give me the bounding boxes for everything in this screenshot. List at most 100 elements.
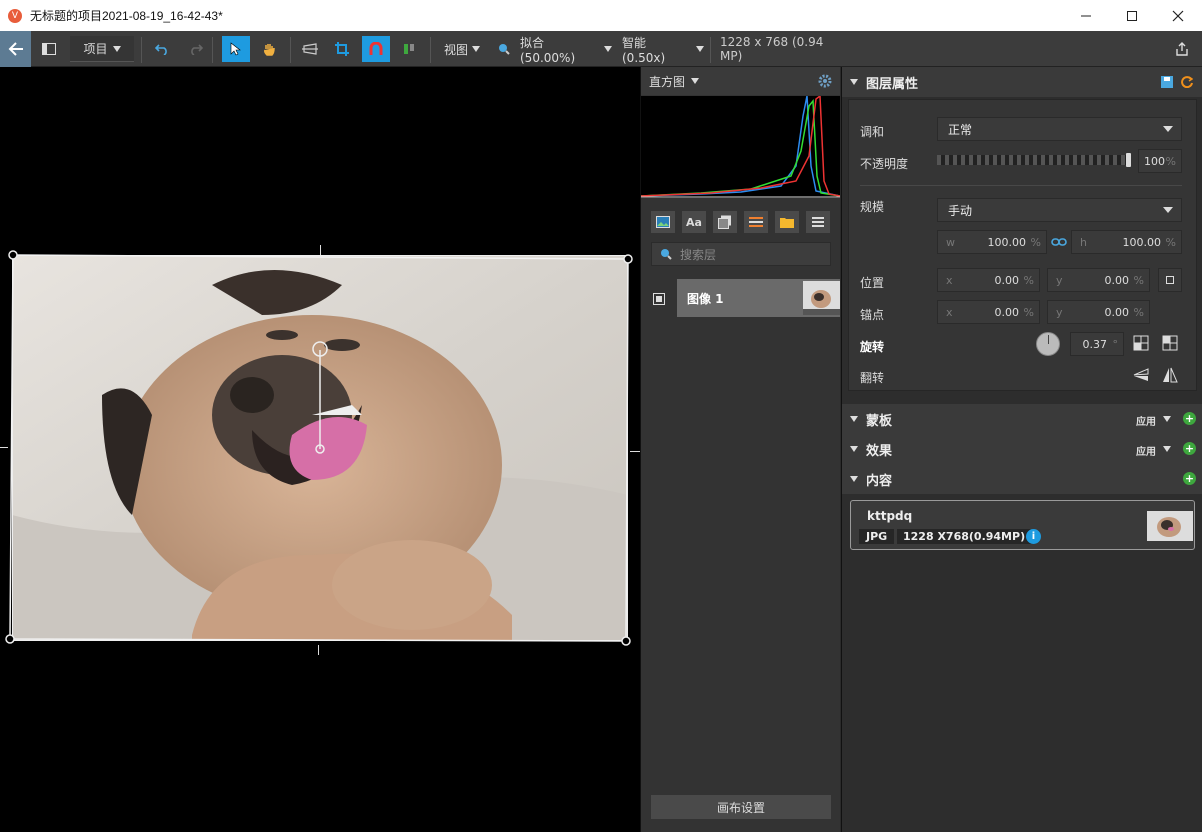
app-logo-icon: V [8,8,22,23]
rotate-field[interactable]: 0.37 ° [1070,332,1124,356]
content-card[interactable]: kttpdq JPG 1228 X768(0.94MP) i [850,500,1195,550]
fit-label: 拟合 (50.00%) [520,35,576,65]
chevron-down-icon [112,45,121,52]
mask-apply-label[interactable]: 应用 [1136,413,1156,428]
rotate-left-icon [1133,335,1149,351]
share-icon [1176,42,1188,56]
blend-mode-dropdown[interactable]: 正常 [937,117,1182,141]
layer-list-button[interactable] [744,211,768,233]
rotate-dial[interactable] [1036,332,1060,356]
position-y-value: 0.00 [1104,273,1130,287]
pan-tool-button[interactable] [256,36,282,62]
search-placeholder: 搜索层 [680,247,717,262]
select-tool-button[interactable] [222,36,250,62]
crop-icon [335,42,349,56]
view-label: 视图 [443,42,468,57]
transform-tool-button[interactable] [298,36,322,62]
height-field[interactable]: h 100.00 % [1071,230,1182,254]
magnet-tool-button[interactable] [362,36,390,62]
opacity-label: 不透明度 [860,157,909,171]
export-button[interactable] [1170,36,1194,62]
layer-item[interactable]: 图像 1 [677,279,840,317]
add-effect-button[interactable]: + [1183,442,1196,455]
rotate-dial-pointer [1048,335,1049,344]
layer-menu-button[interactable] [806,211,830,233]
layer-properties-header[interactable]: 图层属性 [842,67,1202,97]
canvas-area[interactable] [0,67,640,832]
content-thumbnail [1147,511,1193,541]
rotate-cw-button[interactable] [1161,334,1179,352]
chevron-down-icon [850,446,858,452]
rotate-unit: ° [1112,337,1119,351]
fit-zoom-menu[interactable]: 拟合 (50.00%) [520,35,612,65]
maximize-button[interactable] [1109,0,1155,31]
content-section-header[interactable]: 内容 [842,464,1202,494]
add-text-layer-button[interactable]: Aa [682,211,706,233]
scale-mode-dropdown[interactable]: 手动 [937,198,1182,222]
crop-tool-button[interactable] [330,36,354,62]
histogram-graph [641,96,840,198]
info-icon[interactable]: i [1026,529,1041,544]
position-x-field[interactable]: x 0.00 % [937,268,1040,292]
content-format-badge: JPG [859,529,895,544]
content-name: kttpdq [867,509,913,523]
content-title: 内容 [866,473,893,489]
undo-button[interactable] [152,36,172,62]
chevron-down-icon [1163,126,1173,132]
menu-icon [812,217,824,227]
anchor-label: 锚点 [860,308,885,322]
link-aspect-button[interactable] [1050,235,1068,249]
anchor-x-field[interactable]: x 0.00 % [937,300,1040,324]
list-icon [749,217,763,227]
add-image-layer-button[interactable] [651,211,675,233]
flip-vertical-button[interactable] [1132,366,1150,384]
toggle-sidebar-button[interactable] [38,36,60,62]
layer-name: 图像 1 [687,292,724,306]
position-x-label: x [946,273,953,287]
window-title: 无标题的项目2021-08-19_16-42-43* [30,9,223,23]
rotate-ccw-button[interactable] [1132,334,1150,352]
histogram-header[interactable]: 直方图 [641,67,840,95]
open-folder-button[interactable] [775,211,799,233]
flip-horizontal-button[interactable] [1161,366,1179,384]
layers-icon [718,215,731,229]
histogram-settings-button[interactable] [817,73,833,89]
checkbox-fill [656,296,662,302]
search-icon [661,249,672,260]
opacity-slider-handle[interactable] [1126,153,1131,167]
toolbar-divider [710,37,711,63]
add-shape-layer-button[interactable] [713,211,737,233]
align-tool-button[interactable] [398,36,420,62]
anchor-x-label: x [946,305,953,319]
layer-search-field[interactable]: 搜索层 [651,242,831,266]
add-content-button[interactable]: + [1183,472,1196,485]
title-bar: V 无标题的项目2021-08-19_16-42-43* [0,0,1202,31]
minimize-button[interactable] [1063,0,1109,31]
blend-label: 调和 [860,125,885,139]
flip-label: 翻转 [860,371,885,385]
smart-zoom-menu[interactable]: 智能 (0.50x) [622,36,704,65]
layer-visibility-checkbox[interactable] [653,293,665,305]
chevron-down-icon [604,46,612,52]
reset-button[interactable] [1180,75,1194,89]
close-button[interactable] [1155,0,1201,31]
zoom-icon-button[interactable] [496,36,512,62]
opacity-slider-track[interactable] [937,155,1127,165]
view-menu[interactable]: 视图 [440,36,484,62]
cursor-icon [230,42,241,56]
back-arrow-icon [8,42,23,56]
redo-button[interactable] [186,36,206,62]
center-position-button[interactable] [1158,268,1182,292]
save-preset-button[interactable] [1160,75,1174,89]
project-menu[interactable]: 项目 [70,36,134,62]
canvas-settings-button[interactable]: 画布设置 [651,795,831,819]
opacity-field[interactable]: 100 % [1138,149,1182,173]
add-mask-button[interactable]: + [1183,412,1196,425]
position-y-field[interactable]: y 0.00 % [1047,268,1150,292]
back-button[interactable] [0,31,31,67]
effects-apply-label[interactable]: 应用 [1136,443,1156,458]
chevron-down-icon [1163,416,1171,422]
width-field[interactable]: w 100.00 % [937,230,1047,254]
anchor-y-field[interactable]: y 0.00 % [1047,300,1150,324]
width-unit: % [1030,235,1041,249]
